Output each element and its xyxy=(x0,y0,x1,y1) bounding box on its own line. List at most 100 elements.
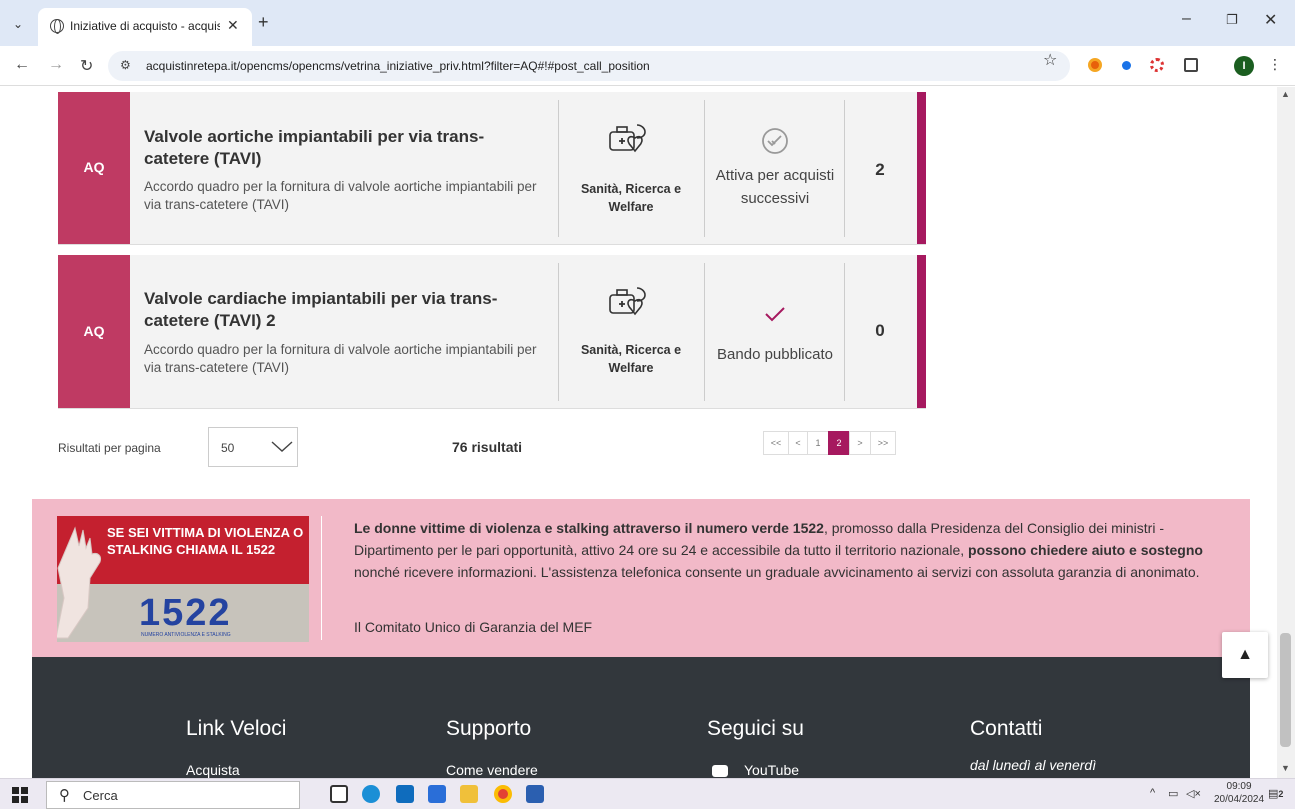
clock-time: 09:09 xyxy=(1226,781,1252,792)
banner-image-number: 1522 xyxy=(139,592,232,634)
task-view-icon[interactable] xyxy=(330,785,348,803)
footer-heading-supporto: Supporto xyxy=(446,717,532,740)
chevron-down-icon xyxy=(271,441,293,452)
extension-record-icon[interactable] xyxy=(1150,58,1164,72)
column-divider xyxy=(558,263,559,401)
page-scrollbar[interactable]: ▲ ▼ xyxy=(1277,87,1295,778)
first-page-button[interactable]: << xyxy=(763,431,789,455)
current-page-button[interactable]: 2 xyxy=(828,431,850,455)
close-tab-icon[interactable]: ✕ xyxy=(227,17,239,34)
medical-kit-heart-icon xyxy=(609,287,646,316)
taskbar-clock[interactable]: 09:09 20/04/2024 xyxy=(1214,780,1264,806)
footer-link-come-vendere[interactable]: Come vendere xyxy=(446,762,538,778)
app-icon[interactable] xyxy=(526,785,544,803)
scroll-up-arrow-icon[interactable]: ▲ xyxy=(1281,89,1290,99)
url-text: acquistinretepa.it/opencms/opencms/vetri… xyxy=(146,59,650,73)
restore-icon[interactable]: ❐ xyxy=(1226,12,1238,28)
antiviolence-banner: SE SEI VITTIMA DI VIOLENZA O STALKING CH… xyxy=(32,499,1250,657)
initiative-title[interactable]: Valvole cardiache impiantabili per via t… xyxy=(144,288,544,332)
clock-date: 20/04/2024 xyxy=(1214,794,1265,805)
banner-text: Le donne vittime di violenza e stalking … xyxy=(354,520,1203,580)
site-settings-icon[interactable]: ⚙ xyxy=(120,58,131,72)
footer-heading-seguici: Seguici su xyxy=(707,717,804,740)
volume-icon[interactable]: ◁× xyxy=(1186,787,1201,800)
page-content: AQ Valvole aortiche impiantabili per via… xyxy=(0,87,1277,778)
banner-divider xyxy=(321,516,322,640)
scrollbar-thumb[interactable] xyxy=(1280,633,1291,747)
raised-hand-icon xyxy=(57,526,101,639)
initiative-row[interactable]: AQ Valvole aortiche impiantabili per via… xyxy=(58,92,926,245)
results-total: 76 risultati xyxy=(452,439,523,455)
initiative-title[interactable]: Valvole aortiche impiantabili per via tr… xyxy=(144,126,544,170)
forward-arrow-icon[interactable]: → xyxy=(48,56,64,74)
browser-toolbar: ← → ↻ ⚙ acquistinretepa.it/opencms/openc… xyxy=(0,46,1295,86)
browser-tab[interactable]: Iniziative di acquisto - acquisti ✕ xyxy=(38,8,252,46)
browser-tab-bar: ⌄ Iniziative di acquisto - acquisti ✕ + … xyxy=(0,0,1295,46)
windows-taskbar: ⚲ Cerca ^ ▭ ◁× 09:09 20/04/2024 ▤2 xyxy=(0,778,1295,809)
store-icon[interactable] xyxy=(428,785,446,803)
new-tab-button[interactable]: + xyxy=(258,12,269,33)
edge-icon[interactable] xyxy=(362,785,380,803)
minimize-icon[interactable]: – xyxy=(1182,10,1191,28)
banner-image-heading: SE SEI VITTIMA DI VIOLENZA O STALKING CH… xyxy=(107,525,304,557)
profile-avatar[interactable]: I xyxy=(1234,56,1254,76)
notification-count: 2 xyxy=(1278,789,1284,799)
initiative-row[interactable]: AQ Valvole cardiache impiantabili per vi… xyxy=(58,255,926,409)
bookmark-star-icon[interactable]: ☆ xyxy=(1043,50,1057,70)
next-page-button[interactable]: > xyxy=(849,431,871,455)
last-page-button[interactable]: >> xyxy=(870,431,896,455)
scroll-to-top-button[interactable]: ▲ xyxy=(1222,632,1268,678)
close-window-icon[interactable]: ✕ xyxy=(1264,10,1277,30)
initiative-description: Accordo quadro per la fornitura di valvo… xyxy=(144,179,537,212)
antiviolence-1522-image[interactable]: SE SEI VITTIMA DI VIOLENZA O STALKING CH… xyxy=(57,516,309,642)
reload-icon[interactable]: ↻ xyxy=(80,56,93,76)
taskbar-search-box[interactable]: ⚲ Cerca xyxy=(46,781,300,809)
checkmark-icon xyxy=(765,307,785,322)
extension-orange-icon[interactable] xyxy=(1088,58,1102,72)
initiative-category: Sanità, Ricerca e Welfare xyxy=(580,343,682,375)
footer-heading-link-veloci: Link Veloci xyxy=(186,717,287,740)
chrome-icon[interactable] xyxy=(494,785,512,803)
initiative-category: Sanità, Ricerca e Welfare xyxy=(580,182,682,214)
scroll-down-arrow-icon[interactable]: ▼ xyxy=(1281,763,1290,773)
pagination: << < 1 2 > >> xyxy=(763,431,896,455)
tab-search-chevron-icon[interactable]: ⌄ xyxy=(8,14,28,34)
youtube-icon[interactable] xyxy=(712,765,728,777)
initiative-status: Bando pubblicato xyxy=(717,346,833,363)
initiative-status: Attiva per acquisti successivi xyxy=(715,167,835,207)
network-icon[interactable]: ▭ xyxy=(1168,787,1178,800)
cug-mef-link[interactable]: Il Comitato Unico di Garanzia del MEF xyxy=(354,619,592,635)
column-divider xyxy=(704,100,705,237)
row-accent-bar xyxy=(917,255,926,408)
footer-link-acquista[interactable]: Acquista xyxy=(186,762,240,778)
column-divider xyxy=(704,263,705,401)
notifications-icon[interactable]: ▤2 xyxy=(1268,787,1283,800)
page-button[interactable]: 1 xyxy=(807,431,829,455)
tray-chevron-icon[interactable]: ^ xyxy=(1150,787,1155,799)
back-arrow-icon[interactable]: ← xyxy=(14,56,30,74)
column-divider xyxy=(558,100,559,237)
banner-image-caption: NUMERO ANTIVIOLENZA E STALKING xyxy=(141,632,231,638)
initiative-count: 0 xyxy=(875,321,885,340)
row-accent-bar xyxy=(917,92,926,244)
site-footer: Link Veloci Supporto Seguici su Contatti… xyxy=(32,657,1250,778)
globe-icon xyxy=(50,19,64,34)
browser-menu-icon[interactable]: ⋮ xyxy=(1268,56,1282,73)
footer-link-youtube[interactable]: YouTube xyxy=(744,762,799,778)
footer-contact-hours: dal lunedì al venerdì xyxy=(970,757,1097,773)
initiative-count: 2 xyxy=(875,160,885,179)
footer-heading-contatti: Contatti xyxy=(970,717,1043,740)
initiative-type-badge: AQ xyxy=(58,255,130,408)
extensions-puzzle-icon[interactable] xyxy=(1184,58,1198,72)
file-explorer-icon[interactable] xyxy=(460,785,478,803)
extension-blue-dot-icon[interactable] xyxy=(1122,61,1131,70)
prev-page-button[interactable]: < xyxy=(788,431,808,455)
chevron-up-icon: ▲ xyxy=(1237,646,1253,663)
results-per-page-label: Risultati per pagina xyxy=(58,441,161,455)
address-bar[interactable]: ⚙ acquistinretepa.it/opencms/opencms/vet… xyxy=(108,51,1070,81)
medical-kit-heart-icon xyxy=(609,124,646,153)
mail-icon[interactable] xyxy=(396,785,414,803)
initiative-type-badge: AQ xyxy=(58,92,130,244)
windows-start-icon[interactable] xyxy=(12,787,28,803)
results-per-page-select[interactable]: 50 xyxy=(208,427,298,467)
